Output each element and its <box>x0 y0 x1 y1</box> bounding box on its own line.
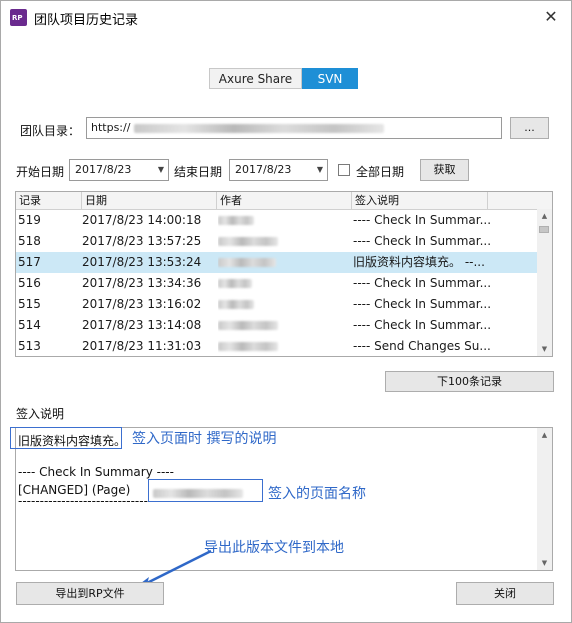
annotation-note: 签入页面时 撰写的说明 <box>132 431 277 447</box>
chevron-down-icon: ▼ <box>157 165 164 174</box>
directory-field[interactable]: https:// <box>86 117 502 139</box>
all-dates-label: 全部日期 <box>356 165 405 179</box>
column-header-author[interactable]: 作者 <box>217 192 352 209</box>
table-row[interactable]: 514 2017/8/23 13:14:08 ---- Check In Sum… <box>16 315 537 336</box>
table-row-selected[interactable]: 517 2017/8/23 13:53:24 旧版资料内容填充。 --... <box>16 252 537 273</box>
table-row[interactable]: 516 2017/8/23 13:34:36 ---- Check In Sum… <box>16 273 537 294</box>
redacted-url <box>133 123 384 133</box>
scroll-down-icon[interactable]: ▼ <box>537 556 552 570</box>
fetch-button[interactable]: 获取 <box>420 159 469 181</box>
chevron-down-icon: ▼ <box>316 165 323 174</box>
redacted-author <box>218 210 348 231</box>
column-header-record[interactable]: 记录 <box>16 192 82 209</box>
annotation-page-name: 签入的页面名称 <box>268 486 366 502</box>
directory-value: https:// <box>91 121 131 134</box>
title-bar: RP 团队项目历史记录 ✕ <box>1 1 571 33</box>
scroll-up-icon[interactable]: ▲ <box>537 209 552 223</box>
tab-svn[interactable]: SVN <box>302 68 358 89</box>
history-dialog: RP 团队项目历史记录 ✕ Axure Share SVN 团队目录： http… <box>0 0 572 623</box>
table-row[interactable]: 515 2017/8/23 13:16:02 ---- Check In Sum… <box>16 294 537 315</box>
annotation-box-page <box>148 479 263 502</box>
redacted-author <box>218 273 348 294</box>
annotation-export: 导出此版本文件到本地 <box>204 540 344 556</box>
annotation-box-note <box>10 427 122 449</box>
source-tabs: Axure Share SVN <box>209 68 358 89</box>
table-row[interactable]: 519 2017/8/23 14:00:18 ---- Check In Sum… <box>16 210 537 231</box>
redacted-author <box>218 294 348 315</box>
scroll-thumb[interactable] <box>539 226 549 233</box>
close-icon[interactable]: ✕ <box>537 5 565 29</box>
column-header-note[interactable]: 签入说明 <box>352 192 488 209</box>
export-rp-file-button[interactable]: 导出到RP文件 <box>16 582 164 605</box>
history-table: 记录 日期 作者 签入说明 519 2017/8/23 14:00:18 ---… <box>15 191 553 357</box>
description-label: 签入说明 <box>16 407 65 421</box>
scroll-up-icon[interactable]: ▲ <box>537 428 552 442</box>
window-title: 团队项目历史记录 <box>34 13 139 28</box>
redacted-author <box>218 231 348 252</box>
start-date-select[interactable]: 2017/8/23 ▼ <box>69 159 169 181</box>
table-row[interactable]: 518 2017/8/23 13:57:25 ---- Check In Sum… <box>16 231 537 252</box>
browse-button[interactable]: ... <box>510 117 549 139</box>
description-line-2: ---- Check In Summary ---- <box>18 465 174 479</box>
table-scrollbar[interactable]: ▲ ▼ <box>537 209 552 356</box>
redacted-author <box>218 252 348 273</box>
close-button[interactable]: 关闭 <box>456 582 554 605</box>
all-dates-checkbox[interactable] <box>338 164 350 176</box>
end-date-select[interactable]: 2017/8/23 ▼ <box>229 159 328 181</box>
table-header: 记录 日期 作者 签入说明 <box>16 192 552 210</box>
table-row[interactable]: 513 2017/8/23 11:31:03 ---- Send Changes… <box>16 336 537 356</box>
redacted-author <box>218 315 348 336</box>
axure-rp-icon: RP <box>10 9 27 26</box>
end-date-label: 结束日期 <box>174 165 223 179</box>
directory-label: 团队目录： <box>20 124 81 138</box>
scroll-down-icon[interactable]: ▼ <box>537 342 552 356</box>
column-header-date[interactable]: 日期 <box>82 192 217 209</box>
description-scrollbar[interactable]: ▲ ▼ <box>537 428 552 570</box>
next-100-records-button[interactable]: 下100条记录 <box>385 371 554 392</box>
redacted-author <box>218 336 348 356</box>
description-line-4: ------------------------------ <box>18 494 148 508</box>
tab-axure-share[interactable]: Axure Share <box>209 68 302 89</box>
start-date-label: 开始日期 <box>16 165 65 179</box>
